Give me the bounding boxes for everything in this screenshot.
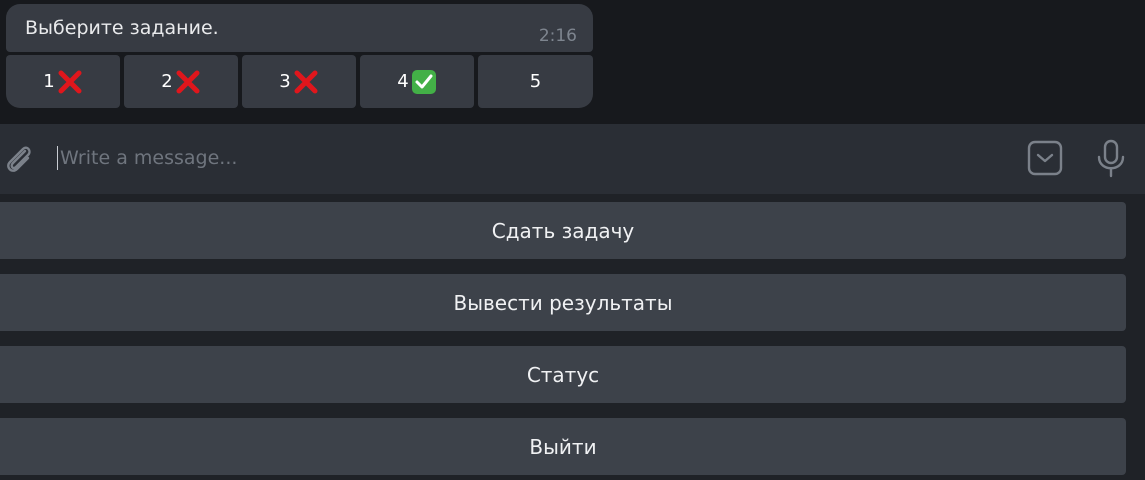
inline-button-5[interactable]: 5: [478, 55, 593, 108]
reply-keyboard: Сдать задачу Вывести результаты Статус В…: [0, 194, 1145, 480]
text-caret: [57, 146, 58, 170]
cross-mark-icon: [294, 70, 318, 93]
status-button[interactable]: Статус: [0, 346, 1126, 403]
keyboard-toggle-icon[interactable]: [1027, 140, 1063, 176]
inline-keyboard: 1 2 3 4 5: [6, 55, 593, 108]
cross-mark-icon: [58, 70, 82, 93]
reply-button-label: Выйти: [529, 434, 597, 459]
inline-button-2[interactable]: 2: [124, 55, 238, 108]
show-results-button[interactable]: Вывести результаты: [0, 274, 1126, 331]
message-input[interactable]: Write a message...: [60, 144, 960, 172]
microphone-icon[interactable]: [1094, 138, 1128, 178]
inline-button-label: 4: [397, 71, 409, 92]
cross-mark-icon: [176, 70, 200, 93]
exit-button[interactable]: Выйти: [0, 418, 1126, 475]
message-bubble: Выберите задание. 2:16: [6, 4, 593, 52]
chat-area: Выберите задание. 2:16 1 2 3 4 5: [0, 0, 1145, 124]
submit-task-button[interactable]: Сдать задачу: [0, 202, 1126, 259]
inline-button-3[interactable]: 3: [242, 55, 356, 108]
message-text: Выберите задание.: [25, 17, 219, 39]
inline-button-label: 2: [161, 71, 173, 92]
inline-button-4[interactable]: 4: [360, 55, 474, 108]
message-time: 2:16: [538, 26, 577, 46]
reply-button-label: Статус: [526, 362, 600, 387]
paperclip-icon[interactable]: [3, 142, 35, 176]
inline-button-label: 5: [529, 71, 542, 92]
inline-button-label: 3: [279, 71, 291, 92]
reply-button-label: Сдать задачу: [491, 218, 635, 243]
check-mark-icon: [411, 69, 436, 94]
reply-button-label: Вывести результаты: [453, 290, 673, 315]
inline-button-label: 1: [43, 71, 55, 92]
inline-button-1[interactable]: 1: [6, 55, 120, 108]
